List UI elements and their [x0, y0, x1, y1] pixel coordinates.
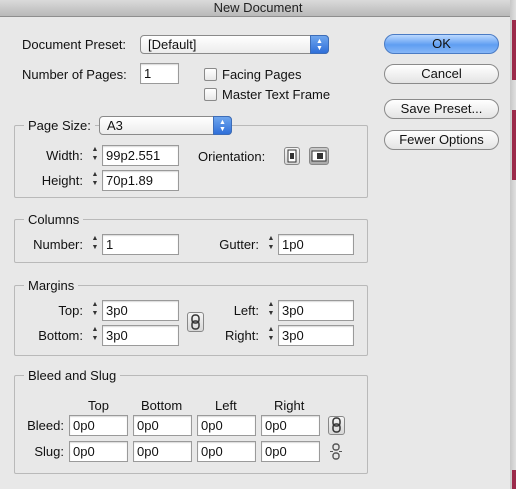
columns-number-field[interactable]: 1: [102, 234, 179, 255]
window-title: New Document: [213, 0, 303, 15]
background-window-edge: [512, 110, 516, 180]
margin-right-field[interactable]: 3p0: [278, 325, 354, 346]
bleed-top-field[interactable]: 0p0: [69, 415, 128, 436]
margin-right-stepper[interactable]: ▲ ▼: [265, 325, 277, 346]
margin-left-field[interactable]: 3p0: [278, 300, 354, 321]
master-text-frame-label: Master Text Frame: [222, 87, 331, 102]
height-label: Height:: [41, 173, 83, 188]
page-size-popup[interactable]: A3 ▲ ▼: [99, 116, 232, 135]
cancel-button[interactable]: Cancel: [384, 64, 499, 84]
column-header-top: Top: [88, 398, 109, 413]
width-label: Width:: [46, 148, 83, 163]
width-stepper[interactable]: ▲ ▼: [89, 145, 101, 166]
facing-pages-checkbox[interactable]: [204, 68, 217, 81]
page-size-value: A3: [107, 118, 123, 133]
margin-right-label: Right:: [225, 328, 259, 343]
landscape-orientation-icon[interactable]: [309, 147, 329, 165]
popup-arrows-icon: ▲ ▼: [213, 116, 232, 135]
slug-label: Slug:: [34, 444, 64, 459]
gutter-label: Gutter:: [219, 237, 259, 252]
gutter-field[interactable]: 1p0: [278, 234, 354, 255]
columns-title: Columns: [24, 212, 84, 227]
facing-pages-label: Facing Pages: [222, 67, 302, 82]
document-preset-label: Document Preset:: [22, 37, 127, 52]
margin-left-label: Left:: [233, 303, 259, 318]
background-window-edge: [512, 470, 516, 489]
ok-button[interactable]: OK: [384, 34, 499, 54]
slug-bottom-field[interactable]: 0p0: [133, 441, 192, 462]
columns-number-stepper[interactable]: ▲ ▼: [89, 234, 101, 255]
window-titlebar[interactable]: New Document: [0, 0, 516, 17]
number-of-pages-field[interactable]: 1: [140, 63, 179, 84]
document-preset-popup[interactable]: [Default] ▲ ▼: [140, 35, 329, 54]
gutter-stepper[interactable]: ▲ ▼: [265, 234, 277, 255]
column-header-right: Right: [274, 398, 305, 413]
margin-top-field[interactable]: 3p0: [102, 300, 179, 321]
bleed-bottom-field[interactable]: 0p0: [133, 415, 192, 436]
number-of-pages-label: Number of Pages:: [22, 67, 127, 82]
orientation-label: Orientation:: [198, 149, 266, 164]
document-preset-value: [Default]: [148, 37, 197, 52]
column-header-bottom: Bottom: [141, 398, 183, 413]
bleed-right-field[interactable]: 0p0: [261, 415, 320, 436]
height-stepper[interactable]: ▲ ▼: [89, 170, 101, 191]
bleed-left-field[interactable]: 0p0: [197, 415, 256, 436]
margin-left-stepper[interactable]: ▲ ▼: [265, 300, 277, 321]
save-preset-button[interactable]: Save Preset...: [384, 99, 499, 119]
margin-top-label: Top:: [58, 303, 83, 318]
portrait-orientation-icon[interactable]: [284, 147, 300, 165]
margin-bottom-label: Bottom:: [38, 328, 83, 343]
margins-title: Margins: [24, 278, 79, 293]
bleed-slug-title: Bleed and Slug: [24, 368, 121, 383]
margin-bottom-field[interactable]: 3p0: [102, 325, 179, 346]
background-window-edge: [512, 20, 516, 80]
columns-number-label: Number:: [33, 237, 83, 252]
bleed-label: Bleed:: [27, 418, 64, 433]
slug-broken-chain-icon[interactable]: [328, 443, 344, 460]
column-header-left: Left: [215, 398, 237, 413]
slug-right-field[interactable]: 0p0: [261, 441, 320, 462]
slug-top-field[interactable]: 0p0: [69, 441, 128, 462]
margin-top-stepper[interactable]: ▲ ▼: [89, 300, 101, 321]
margin-bottom-stepper[interactable]: ▲ ▼: [89, 325, 101, 346]
master-text-frame-checkbox[interactable]: [204, 88, 217, 101]
popup-arrows-icon: ▲ ▼: [310, 35, 329, 54]
slug-left-field[interactable]: 0p0: [197, 441, 256, 462]
page-size-label: Page Size:: [24, 118, 95, 133]
bleed-chain-link-icon[interactable]: [328, 416, 345, 435]
height-field[interactable]: 70p1.89: [102, 170, 179, 191]
width-field[interactable]: 99p2.551: [102, 145, 179, 166]
fewer-options-button[interactable]: Fewer Options: [384, 130, 499, 150]
